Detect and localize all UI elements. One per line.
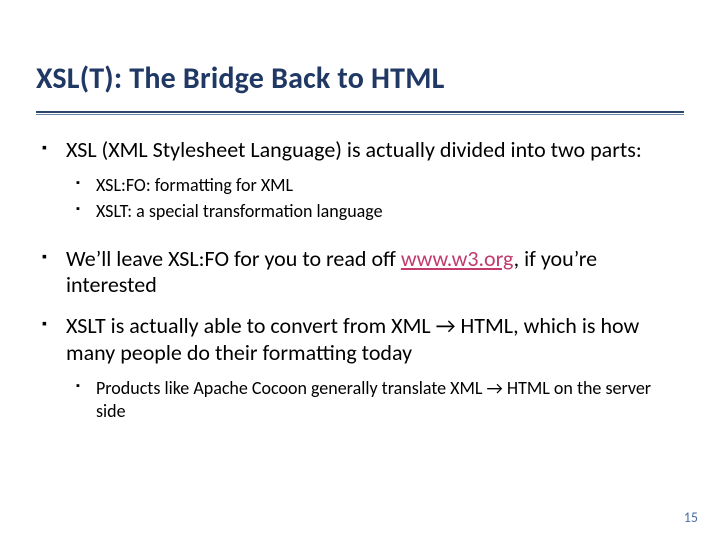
bullet-text: XSL (XML Stylesheet Language) is actuall… bbox=[66, 136, 642, 163]
sub-bullet-item: XSLT: a special transformation language bbox=[94, 200, 678, 223]
bullet-list: XSL (XML Stylesheet Language) is actuall… bbox=[36, 137, 684, 424]
sub-bullet-item: XSL:FO: formatting for XML bbox=[94, 174, 678, 197]
bullet-item: XSLT is actually able to convert from XM… bbox=[62, 313, 678, 423]
bullet-text-pre: We’ll leave XSL:FO for you to read off bbox=[66, 245, 401, 272]
bullet-text: XSLT is actually able to convert from XM… bbox=[66, 312, 639, 366]
bullet-item: We’ll leave XSL:FO for you to read off w… bbox=[62, 246, 678, 300]
sub-bullet-item: Products like Apache Cocoon generally tr… bbox=[94, 377, 678, 424]
slide-title: XSL(T): The Bridge Back to HTML bbox=[36, 60, 684, 107]
w3-link[interactable]: www.w3.org bbox=[401, 245, 514, 272]
slide: XSL(T): The Bridge Back to HTML XSL (XML… bbox=[0, 0, 720, 540]
bullet-item: XSL (XML Stylesheet Language) is actuall… bbox=[62, 137, 678, 224]
sub-bullet-list: XSL:FO: formatting for XML XSLT: a speci… bbox=[66, 174, 678, 224]
page-number: 15 bbox=[684, 509, 698, 526]
sub-bullet-list: Products like Apache Cocoon generally tr… bbox=[66, 377, 678, 424]
title-rule bbox=[36, 111, 684, 115]
